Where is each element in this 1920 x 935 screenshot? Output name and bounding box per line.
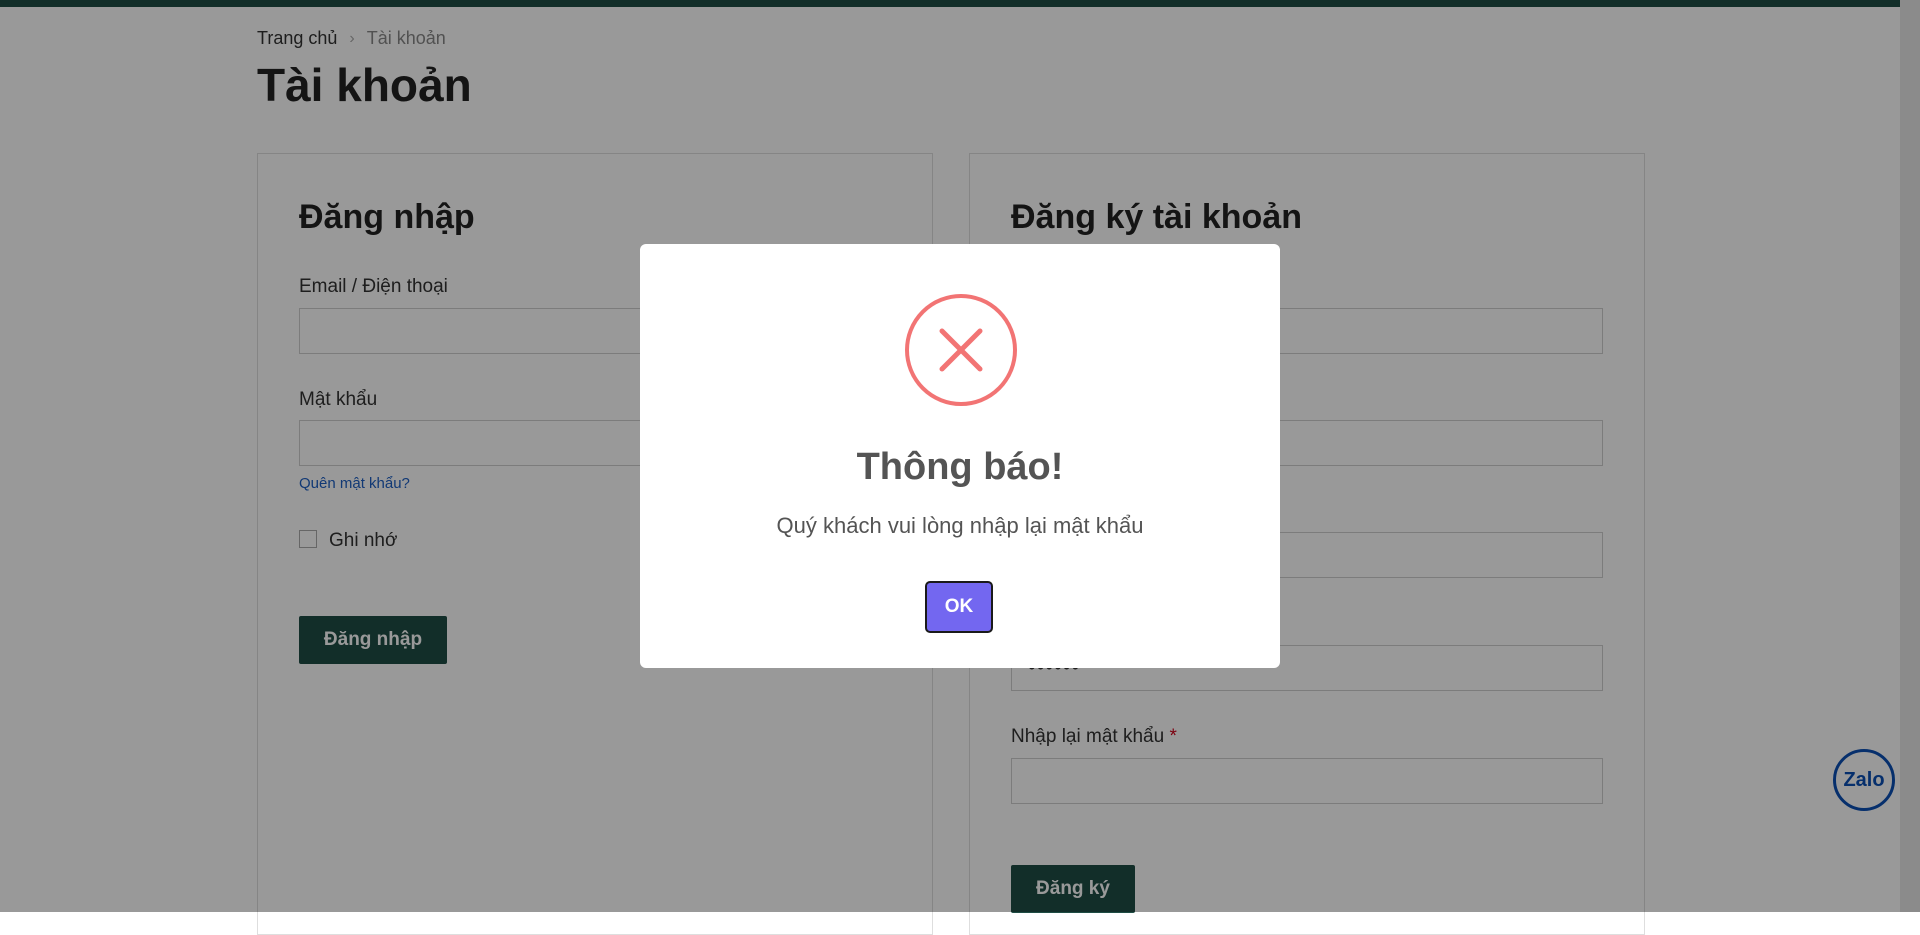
ok-button[interactable]: OK xyxy=(925,581,993,633)
error-x-icon xyxy=(905,294,1017,406)
alert-dialog: Thông báo! Quý khách vui lòng nhập lại m… xyxy=(640,244,1280,668)
alert-message: Quý khách vui lòng nhập lại mật khẩu xyxy=(776,513,1144,538)
alert-title: Thông báo! xyxy=(856,446,1064,488)
